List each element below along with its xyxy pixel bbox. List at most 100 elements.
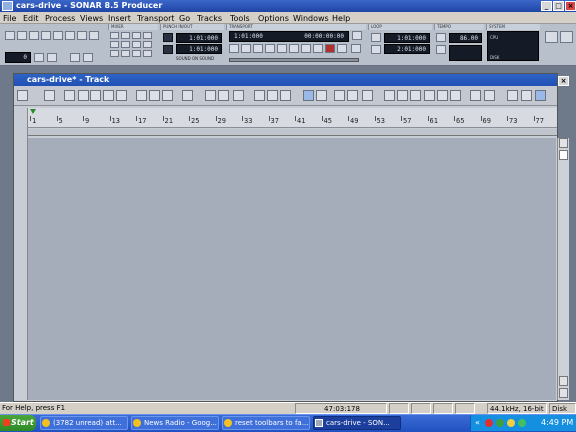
- aim-assist-icon[interactable]: [470, 90, 481, 101]
- transport-display[interactable]: 1:01:000 00:00:00:00: [229, 31, 349, 42]
- loop-on-icon[interactable]: [371, 33, 381, 42]
- mixer-button[interactable]: [143, 50, 152, 57]
- menu-help[interactable]: Help: [332, 14, 350, 23]
- automation-icon[interactable]: [280, 90, 291, 101]
- stop-icon[interactable]: [253, 44, 263, 53]
- redo-icon[interactable]: [89, 31, 99, 40]
- move-tool-icon[interactable]: [64, 90, 75, 101]
- clips-pane[interactable]: [28, 138, 556, 400]
- grid-icon[interactable]: [254, 90, 265, 101]
- track-view-options-icon[interactable]: [334, 90, 345, 101]
- mixer-button[interactable]: [121, 41, 130, 48]
- loop-set-icon[interactable]: [371, 45, 381, 54]
- marker-lane[interactable]: [28, 129, 557, 136]
- now-time-slider[interactable]: [229, 58, 359, 62]
- show-bus-pane-icon[interactable]: [347, 90, 358, 101]
- auto-crossfade-icon[interactable]: [162, 90, 173, 101]
- zoom-redo-icon[interactable]: [437, 90, 448, 101]
- workspace-icon[interactable]: [545, 31, 558, 43]
- clip-info-icon[interactable]: [233, 90, 244, 101]
- draw-tool-icon[interactable]: [78, 90, 89, 101]
- menu-views[interactable]: Views: [80, 14, 103, 23]
- tray-app-icon[interactable]: [518, 419, 526, 427]
- lock-icon[interactable]: [83, 53, 93, 62]
- rewind-icon[interactable]: [241, 44, 251, 53]
- task-news-radio[interactable]: News Radio - Goog...: [131, 416, 219, 430]
- menu-go[interactable]: Go: [179, 14, 190, 23]
- tempo-map-icon[interactable]: [436, 45, 446, 54]
- timeline-options-icon[interactable]: [484, 90, 495, 101]
- track-menu-icon[interactable]: [17, 90, 28, 101]
- screenset-icon[interactable]: [560, 31, 573, 43]
- loop-start-time[interactable]: 1:01:000: [384, 33, 430, 43]
- mixer-button[interactable]: [143, 41, 152, 48]
- loop-toggle-icon[interactable]: [313, 44, 323, 53]
- task-reset-toolbars[interactable]: reset toolbars to fa...: [222, 416, 310, 430]
- minimize-icon[interactable]: _: [541, 1, 552, 11]
- scrub-tool-icon[interactable]: [116, 90, 127, 101]
- snap-options-icon[interactable]: [149, 90, 160, 101]
- marker-tool-icon[interactable]: [182, 90, 193, 101]
- bus-options-icon[interactable]: [362, 90, 373, 101]
- task-sonar[interactable]: cars-drive - SON...: [313, 416, 401, 430]
- select-tool-icon[interactable]: [44, 90, 55, 101]
- menu-options[interactable]: Options: [258, 14, 289, 23]
- tempo-value[interactable]: 86.00: [449, 33, 482, 43]
- mixer-button[interactable]: [110, 50, 119, 57]
- snap-to-grid-icon[interactable]: [136, 90, 147, 101]
- undo-icon[interactable]: [77, 31, 87, 40]
- mixer-button[interactable]: [143, 32, 152, 39]
- mixer-button[interactable]: [132, 50, 141, 57]
- tray-expand-icon[interactable]: «: [475, 415, 480, 431]
- menu-edit[interactable]: Edit: [23, 14, 39, 23]
- menu-tools[interactable]: Tools: [230, 14, 250, 23]
- go-to-end-icon[interactable]: [301, 44, 311, 53]
- snap-icon[interactable]: [34, 53, 44, 62]
- menu-windows[interactable]: Windows: [293, 14, 329, 23]
- vertical-scrollbar[interactable]: [557, 138, 569, 400]
- zoom-undo-icon[interactable]: [424, 90, 435, 101]
- pause-icon[interactable]: [277, 44, 287, 53]
- zoom-in-icon[interactable]: [559, 376, 568, 386]
- punch-out-time[interactable]: 1:01:000: [176, 44, 222, 54]
- tray-app-icon[interactable]: [485, 419, 493, 427]
- menu-insert[interactable]: Insert: [108, 14, 131, 23]
- panic-icon[interactable]: [351, 44, 361, 53]
- track-pane-icon[interactable]: [521, 90, 532, 101]
- save-icon[interactable]: [29, 31, 39, 40]
- scroll-up-icon[interactable]: [559, 138, 568, 148]
- inspector-icon[interactable]: [303, 90, 314, 101]
- paste-icon[interactable]: [65, 31, 75, 40]
- rewind-to-start-icon[interactable]: [229, 44, 239, 53]
- mixer-button[interactable]: [132, 41, 141, 48]
- mixer-button[interactable]: [121, 32, 130, 39]
- mixer-button[interactable]: [110, 41, 119, 48]
- cut-icon[interactable]: [41, 31, 51, 40]
- tempo-tap-icon[interactable]: [436, 33, 446, 42]
- tray-app-icon[interactable]: [496, 419, 504, 427]
- menu-tracks[interactable]: Tracks: [197, 14, 222, 23]
- inspector-options-icon[interactable]: [316, 90, 327, 101]
- app-icon[interactable]: [2, 1, 13, 11]
- record-automation-icon[interactable]: [337, 44, 347, 53]
- loop-end-time[interactable]: 2:01:000: [384, 44, 430, 54]
- mdi-close-icon[interactable]: ×: [558, 76, 569, 86]
- close-icon[interactable]: ×: [565, 1, 576, 11]
- scroll-down-icon[interactable]: [559, 388, 568, 398]
- task-mail[interactable]: (3782 unread) att...: [40, 416, 128, 430]
- zoom-fit-icon[interactable]: [384, 90, 395, 101]
- menu-transport[interactable]: Transport: [137, 14, 175, 23]
- lanes-icon[interactable]: [218, 90, 229, 101]
- new-icon[interactable]: [5, 31, 15, 40]
- mixer-button[interactable]: [110, 32, 119, 39]
- zoom-tool-icon[interactable]: [103, 90, 114, 101]
- copy-icon[interactable]: [53, 31, 63, 40]
- record-mode-icon[interactable]: [352, 31, 362, 40]
- punch-in-time[interactable]: 1:01:000: [176, 33, 222, 43]
- play-icon[interactable]: [265, 44, 275, 53]
- fast-forward-icon[interactable]: [289, 44, 299, 53]
- zoom-vertical-icon[interactable]: [397, 90, 408, 101]
- help-icon[interactable]: [535, 90, 546, 101]
- maximize-icon[interactable]: □: [553, 1, 564, 11]
- punch-toggle-icon[interactable]: [163, 33, 173, 42]
